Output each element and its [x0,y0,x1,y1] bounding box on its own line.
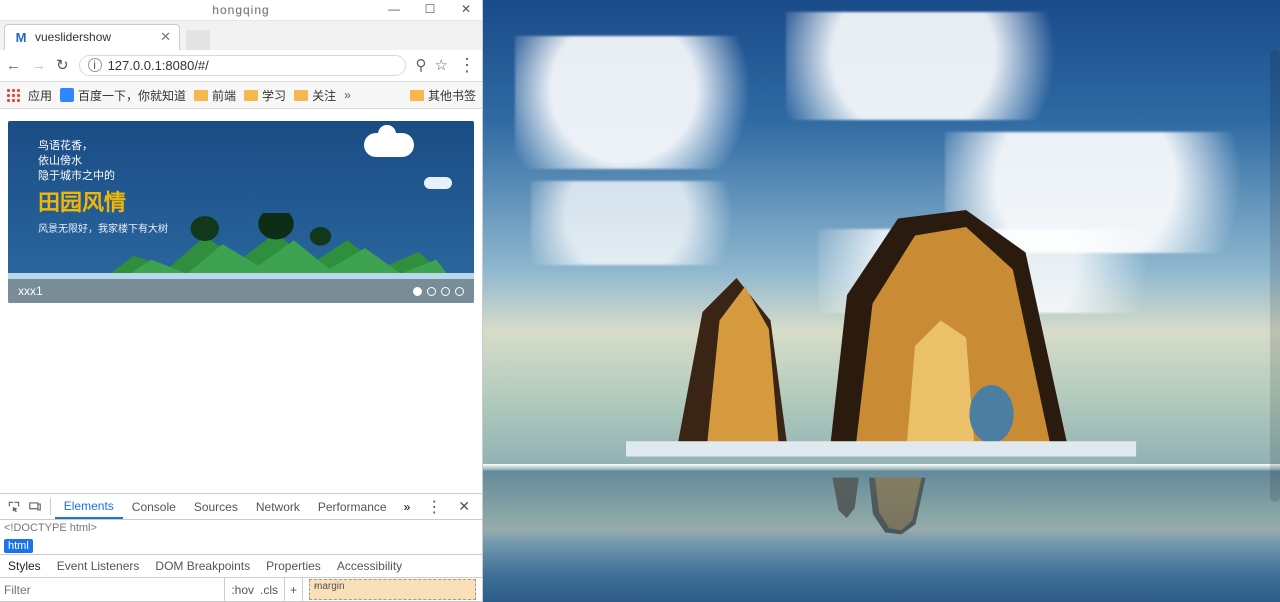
cls-toggle[interactable]: .cls [260,583,278,597]
devtools-tabs: Elements Console Sources Network Perform… [0,494,482,520]
devtools-tab-performance[interactable]: Performance [309,494,396,519]
bookmark-label: 学习 [262,87,286,104]
folder-icon [294,90,308,101]
bookmark-frontend[interactable]: 前端 [194,87,236,104]
site-info-icon[interactable]: i [88,58,102,72]
slide-dot-2[interactable] [427,287,436,296]
slide-dot-1[interactable] [413,287,422,296]
hov-toggle[interactable]: :hov [231,583,254,597]
box-model-preview[interactable]: margin - [302,578,482,601]
slide-dot-4[interactable] [455,287,464,296]
dom-preview-line[interactable]: <!DOCTYPE html> [0,520,482,536]
folder-icon [410,90,424,101]
rocks [626,181,1136,494]
addr-actions: ⚲ ☆ [416,56,448,74]
styles-subtabs: Styles Event Listeners DOM Breakpoints P… [0,554,482,578]
folder-icon [194,90,208,101]
bookmark-study[interactable]: 学习 [244,87,286,104]
maximize-button[interactable]: ☐ [418,2,442,16]
slide-dot-3[interactable] [441,287,450,296]
bookmark-follow[interactable]: 关注 [294,87,336,104]
tab-close-icon[interactable]: ✕ [160,29,171,45]
subtab-styles[interactable]: Styles [0,555,49,577]
devtools-close-button[interactable]: ✕ [450,498,478,515]
bookmark-other[interactable]: 其他书签 [410,87,476,104]
bookmarks-overflow-icon[interactable]: » [344,88,351,102]
apps-grid-icon[interactable] [6,88,20,102]
dom-path-html[interactable]: html [4,539,33,553]
new-tab-button[interactable] [186,30,210,50]
cloud-icon [364,133,414,157]
search-in-page-icon[interactable]: ⚲ [416,56,427,74]
styles-hov-cls[interactable]: :hov .cls [224,578,284,601]
banner-line3: 隐于城市之中的 [38,169,168,184]
bookmark-label: 关注 [312,87,336,104]
device-toolbar-icon[interactable] [25,494,46,519]
page-viewport: 鸟语花香， 依山傍水 隐于城市之中的 田园风情 风景无限好，我家楼下有大树 xx… [0,109,482,493]
nav-back-button[interactable]: ← [6,57,21,74]
os-titlebar: hongqing — ☐ ✕ [0,0,482,21]
bookmark-label: 百度一下，你就知道 [78,87,186,104]
styles-filter-row: :hov .cls + margin - [0,578,482,602]
bookmark-label: 其他书签 [428,87,476,104]
banner-title: 田园风情 [38,188,168,218]
devtools-tab-sources[interactable]: Sources [185,494,247,519]
bookmark-star-icon[interactable]: ☆ [435,56,448,74]
subtab-properties[interactable]: Properties [258,555,329,577]
banner-line1: 鸟语花香， [38,139,168,154]
box-model-dash: - [314,581,469,592]
subtab-dom-breakpoints[interactable]: DOM Breakpoints [147,555,258,577]
banner-copy: 鸟语花香， 依山傍水 隐于城市之中的 田园风情 风景无限好，我家楼下有大树 [38,139,168,237]
minimize-button[interactable]: — [382,2,406,16]
subtab-event-listeners[interactable]: Event Listeners [49,555,148,577]
devtools-tab-network[interactable]: Network [247,494,309,519]
browser-tab[interactable]: M vueslidershow ✕ [4,24,180,50]
devtools: Elements Console Sources Network Perform… [0,493,482,602]
url-input[interactable]: i 127.0.0.1:8080/#/ [79,55,406,76]
os-title: hongqing [212,3,269,17]
tab-strip: M vueslidershow ✕ [0,21,482,50]
slideshow-banner[interactable]: 鸟语花香， 依山傍水 隐于城市之中的 田园风情 风景无限好，我家楼下有大树 xx… [8,121,474,303]
new-style-rule-button[interactable]: + [284,578,302,601]
baidu-icon [60,88,74,102]
devtools-tabs-overflow-icon[interactable]: » [396,494,419,519]
browser-menu-icon[interactable]: ⋮ [458,55,476,76]
devtools-menu-icon[interactable]: ⋮ [418,497,450,517]
bookmarks-bar: 应用 百度一下，你就知道 前端 学习 关注 » 其他书签 [0,82,482,109]
os-close-button[interactable]: ✕ [454,2,478,16]
url-text: 127.0.0.1:8080/#/ [108,58,209,73]
desktop-wallpaper [483,0,1280,602]
banner-caption: xxx1 [18,284,43,298]
address-bar: ← → ↻ i 127.0.0.1:8080/#/ ⚲ ☆ ⋮ [0,50,482,83]
devtools-tab-elements[interactable]: Elements [55,494,123,519]
subtab-accessibility[interactable]: Accessibility [329,555,410,577]
inspect-element-icon[interactable] [4,494,25,519]
dom-path-crumb: html [0,536,482,554]
window-controls: — ☐ ✕ [382,2,478,16]
browser-window: hongqing — ☐ ✕ M vueslidershow ✕ ← → ↻ i… [0,0,483,602]
folder-icon [244,90,258,101]
bookmark-baidu[interactable]: 百度一下，你就知道 [60,87,186,104]
cloud-icon [424,177,452,189]
nav-forward-button[interactable]: → [31,57,46,74]
reload-button[interactable]: ↻ [56,56,69,74]
vertical-scrollbar[interactable] [1270,50,1280,502]
devtools-tab-console[interactable]: Console [123,494,185,519]
tab-title: vueslidershow [35,30,154,44]
slideshow-dots [413,287,464,296]
banner-line2: 依山傍水 [38,154,168,169]
banner-footer: xxx1 [8,279,474,303]
banner-subtitle: 风景无限好，我家楼下有大树 [38,223,168,237]
styles-filter-field[interactable] [4,583,224,597]
bookmark-label: 前端 [212,87,236,104]
apps-label[interactable]: 应用 [28,87,52,104]
styles-filter-input[interactable] [0,578,224,601]
favicon-icon: M [13,29,29,45]
